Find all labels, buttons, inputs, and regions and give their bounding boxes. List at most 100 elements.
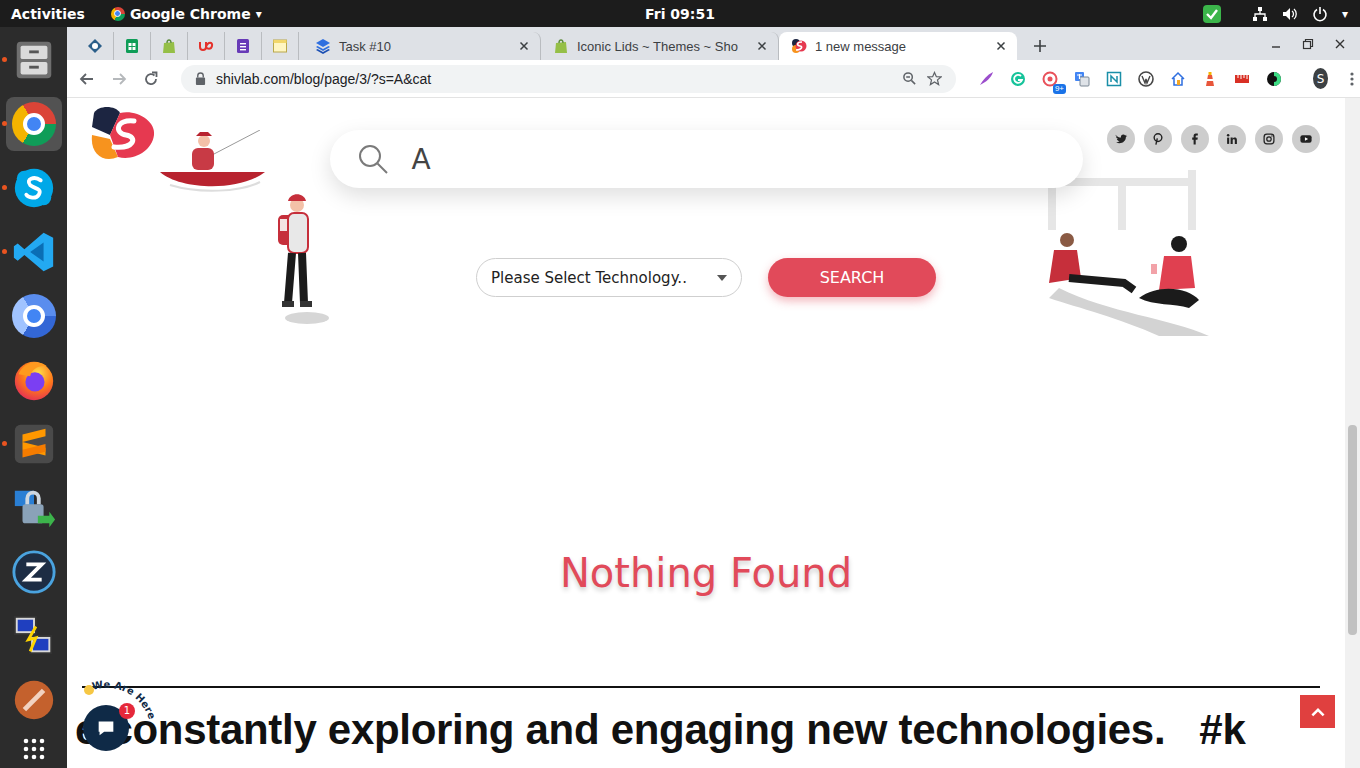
dock-item[interactable] [6, 609, 62, 663]
social-link[interactable] [1107, 125, 1135, 153]
forward-icon[interactable] [111, 71, 127, 87]
new-tab-icon[interactable] [1033, 39, 1047, 53]
pinned-tab[interactable] [262, 32, 299, 60]
extension-button[interactable]: 9+ [1040, 69, 1059, 88]
pinned-tab[interactable] [188, 32, 225, 60]
dock-item[interactable] [6, 545, 62, 599]
running-dot [2, 441, 7, 446]
scrollbar[interactable] [1345, 98, 1360, 768]
filter-row: Please Select Technology.. SEARCH [476, 258, 936, 297]
close-window-icon[interactable] [1334, 38, 1346, 50]
close-tab-icon[interactable] [756, 40, 768, 52]
extension-button[interactable] [1264, 69, 1283, 88]
browser-tab[interactable]: 1 new message [779, 32, 1017, 60]
browser-tab[interactable]: Iconic Lids ~ Themes ~ Sho [541, 32, 779, 60]
scroll-to-top-button[interactable] [1300, 695, 1335, 728]
pinned-tab[interactable] [114, 32, 151, 60]
twitter-icon [1114, 132, 1128, 146]
scrollbar-thumb[interactable] [1348, 425, 1357, 635]
social-link[interactable] [1181, 125, 1209, 153]
minimize-icon[interactable] [1270, 38, 1282, 50]
technology-select[interactable]: Please Select Technology.. [476, 258, 742, 297]
chat-widget-button[interactable]: 1 [83, 705, 129, 751]
layers-icon [315, 38, 331, 54]
extension-button[interactable] [1232, 69, 1251, 88]
fisherman-illustration [160, 130, 270, 200]
activities-button[interactable]: Activities [11, 6, 85, 22]
extension-button[interactable] [1200, 69, 1219, 88]
couple-illustration [1039, 228, 1219, 338]
social-link[interactable] [1255, 125, 1283, 153]
extension-button[interactable] [1168, 69, 1187, 88]
divider-line [82, 686, 1320, 688]
instagram-icon [1262, 132, 1276, 146]
social-link[interactable] [1218, 125, 1246, 153]
dock-item[interactable] [6, 225, 62, 279]
dock-item[interactable] [6, 673, 62, 727]
check-icon[interactable] [1202, 4, 1222, 24]
search-field[interactable]: A [330, 130, 1083, 188]
restore-icon[interactable] [1302, 38, 1314, 50]
tab-title: Iconic Lids ~ Themes ~ Sho [577, 39, 748, 54]
chromium-icon [12, 294, 56, 338]
pinned-tab[interactable] [151, 32, 188, 60]
menu-dots-icon[interactable] [1344, 71, 1360, 87]
reload-icon[interactable] [143, 71, 159, 87]
extension-button[interactable] [1008, 69, 1027, 88]
social-link[interactable] [1292, 125, 1320, 153]
profile-avatar[interactable]: S [1313, 68, 1328, 89]
ruler-icon [1234, 71, 1250, 87]
extension-button[interactable] [976, 69, 995, 88]
grammarly-icon [1010, 71, 1026, 87]
dock-item[interactable] [6, 481, 62, 535]
volume-icon[interactable] [1282, 6, 1298, 22]
extension-badge: 9+ [1053, 84, 1066, 94]
browser-tab[interactable]: Task #10 [303, 32, 541, 60]
lighthouse-icon [1202, 71, 1218, 87]
pinned-tab[interactable] [225, 32, 262, 60]
quill-icon [978, 71, 994, 87]
workspace: Task #10 Iconic Lids ~ Themes ~ Sho 1 ne… [0, 27, 1360, 768]
search-button[interactable]: SEARCH [768, 258, 936, 297]
address-bar[interactable]: shivlab.com/blog/page/3/?s=A&cat [181, 65, 956, 93]
postman-icon [11, 677, 57, 723]
social-link[interactable] [1144, 125, 1172, 153]
show-apps-button[interactable] [10, 737, 58, 761]
close-tab-icon[interactable] [518, 40, 530, 52]
window-controls [1270, 27, 1360, 60]
skype-icon [11, 165, 57, 211]
notion-icon [1106, 71, 1122, 87]
app-menu[interactable]: Google Chrome ▾ [111, 6, 262, 22]
close-tab-icon[interactable] [995, 40, 1007, 52]
power-icon[interactable] [1312, 6, 1328, 22]
lock-icon[interactable] [195, 72, 206, 85]
power-menu-caret[interactable]: ▾ [1342, 7, 1348, 21]
network-icon[interactable] [1252, 6, 1268, 22]
dock-item[interactable] [6, 33, 62, 87]
shivlab-logo-icon[interactable] [90, 105, 156, 161]
bookmark-star-icon[interactable] [927, 71, 942, 86]
dock-item[interactable] [6, 97, 62, 151]
notes-icon [272, 38, 288, 54]
app-grid-icon [22, 737, 46, 761]
marquee-text: e constantly exploring and engaging new … [67, 702, 1345, 758]
search-value: A [412, 143, 431, 176]
system-tray[interactable]: ▾ [715, 4, 1360, 24]
pinned-tab[interactable] [77, 32, 114, 60]
pinterest-icon [1151, 132, 1165, 146]
clock[interactable]: Fri 09:51 [645, 6, 715, 22]
dock-item[interactable] [6, 161, 62, 215]
sheets-icon [124, 38, 140, 54]
chrome-icon [111, 7, 125, 21]
dock-item[interactable] [6, 289, 62, 343]
wordpress-icon [1138, 71, 1154, 87]
running-dot [2, 121, 7, 126]
back-icon[interactable] [79, 71, 95, 87]
extension-button[interactable] [1072, 69, 1091, 88]
vscode-icon [11, 229, 57, 275]
extension-button[interactable] [1104, 69, 1123, 88]
zoom-icon[interactable] [902, 71, 917, 86]
extension-button[interactable] [1136, 69, 1155, 88]
dock-item[interactable] [6, 353, 62, 407]
dock-item[interactable] [6, 417, 62, 471]
